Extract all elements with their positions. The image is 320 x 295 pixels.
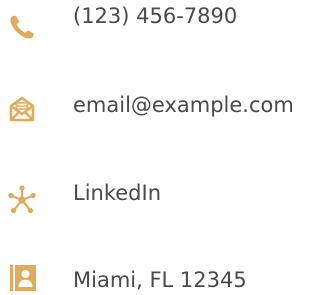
contact-row-address[interactable]: Miami, FL 12345 — [0, 256, 299, 295]
address-book-icon — [6, 261, 38, 293]
phone-number: (123) 456-7890 — [73, 4, 238, 28]
email-address: email@example.com — [73, 93, 294, 117]
network-icon — [6, 183, 38, 215]
email-icon — [6, 93, 38, 125]
linkedin-link: LinkedIn — [73, 181, 162, 205]
address-text: Miami, FL 12345 — [73, 268, 247, 292]
phone-icon — [6, 11, 38, 43]
contact-row-email[interactable]: email@example.com — [0, 83, 299, 127]
contact-row-phone[interactable]: (123) 456-7890 — [0, 0, 299, 41]
contact-row-linkedin[interactable]: LinkedIn — [0, 170, 299, 214]
contact-list: (123) 456-7890 email@example.com LinkedI… — [0, 0, 299, 295]
